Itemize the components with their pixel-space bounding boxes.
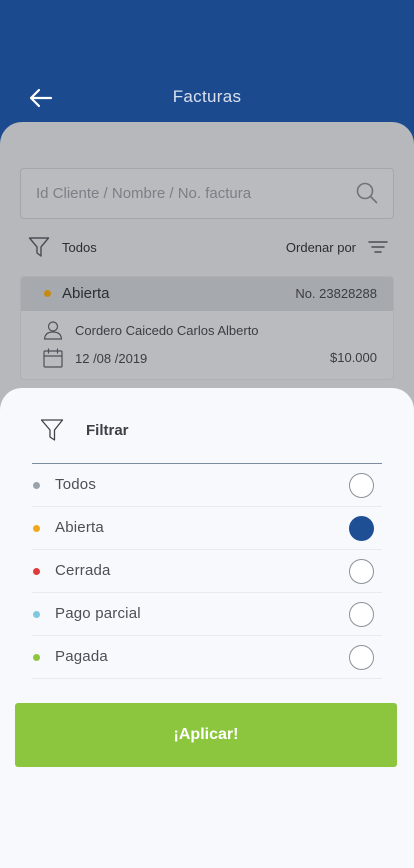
- search-input[interactable]: [36, 169, 346, 218]
- filter-sheet-title: Filtrar: [86, 421, 129, 439]
- status-dot: [44, 290, 51, 297]
- search-icon[interactable]: [356, 182, 378, 204]
- invoice-date: 12 /08 /2019: [75, 350, 148, 366]
- filter-option-abierta[interactable]: Abierta: [32, 507, 382, 550]
- invoice-client-row: Cordero Caicedo Carlos Alberto: [43, 319, 259, 341]
- sort-button[interactable]: Ordenar por: [286, 234, 388, 260]
- invoice-number: No. 23828288: [295, 286, 377, 301]
- option-label: Todos: [55, 476, 97, 493]
- option-label: Abierta: [55, 519, 104, 536]
- filter-bar: Todos Ordenar por: [28, 234, 388, 260]
- sort-lines-icon: [368, 241, 388, 253]
- status-dot: [33, 525, 40, 532]
- invoice-status: Abierta: [62, 285, 110, 302]
- option-label: Pagada: [55, 648, 108, 665]
- status-dot: [33, 482, 40, 489]
- invoice-amount: $10.000: [330, 350, 377, 365]
- filter-button[interactable]: Todos: [28, 234, 97, 260]
- status-dot: [33, 568, 40, 575]
- filter-sheet: Filtrar Todos Abierta Cerrada Pago parci…: [0, 388, 414, 868]
- app-header: Facturas: [0, 0, 414, 140]
- radio-button-selected[interactable]: [349, 516, 374, 541]
- status-dot: [33, 654, 40, 661]
- radio-button[interactable]: [349, 602, 374, 627]
- search-box: [20, 168, 394, 219]
- page-title: Facturas: [172, 87, 242, 106]
- user-icon: [43, 321, 63, 340]
- filter-option-cerrada[interactable]: Cerrada: [32, 550, 382, 593]
- calendar-icon: [43, 348, 63, 368]
- sort-label: Ordenar por: [285, 239, 356, 255]
- option-label: Cerrada: [55, 562, 111, 579]
- filter-option-pago-parcial[interactable]: Pago parcial: [32, 593, 382, 636]
- radio-button[interactable]: [349, 645, 374, 670]
- invoice-card-header: Abierta No. 23828288: [21, 277, 393, 311]
- apply-button[interactable]: ¡Aplicar!: [15, 703, 397, 767]
- funnel-icon: [28, 237, 50, 257]
- funnel-icon: [40, 419, 64, 441]
- invoice-date-row: 12 /08 /2019: [43, 347, 147, 369]
- client-name: Cordero Caicedo Carlos Alberto: [75, 322, 259, 338]
- radio-button[interactable]: [349, 473, 374, 498]
- status-dot: [33, 611, 40, 618]
- option-label: Pago parcial: [55, 605, 141, 622]
- filter-option-todos[interactable]: Todos: [32, 464, 382, 507]
- filter-option-pagada[interactable]: Pagada: [32, 636, 382, 679]
- invoice-card[interactable]: Abierta No. 23828288 Cordero Caicedo Car…: [20, 276, 394, 380]
- radio-button[interactable]: [349, 559, 374, 584]
- filter-label: Todos: [62, 239, 97, 255]
- filter-sheet-header: Filtrar: [40, 418, 129, 442]
